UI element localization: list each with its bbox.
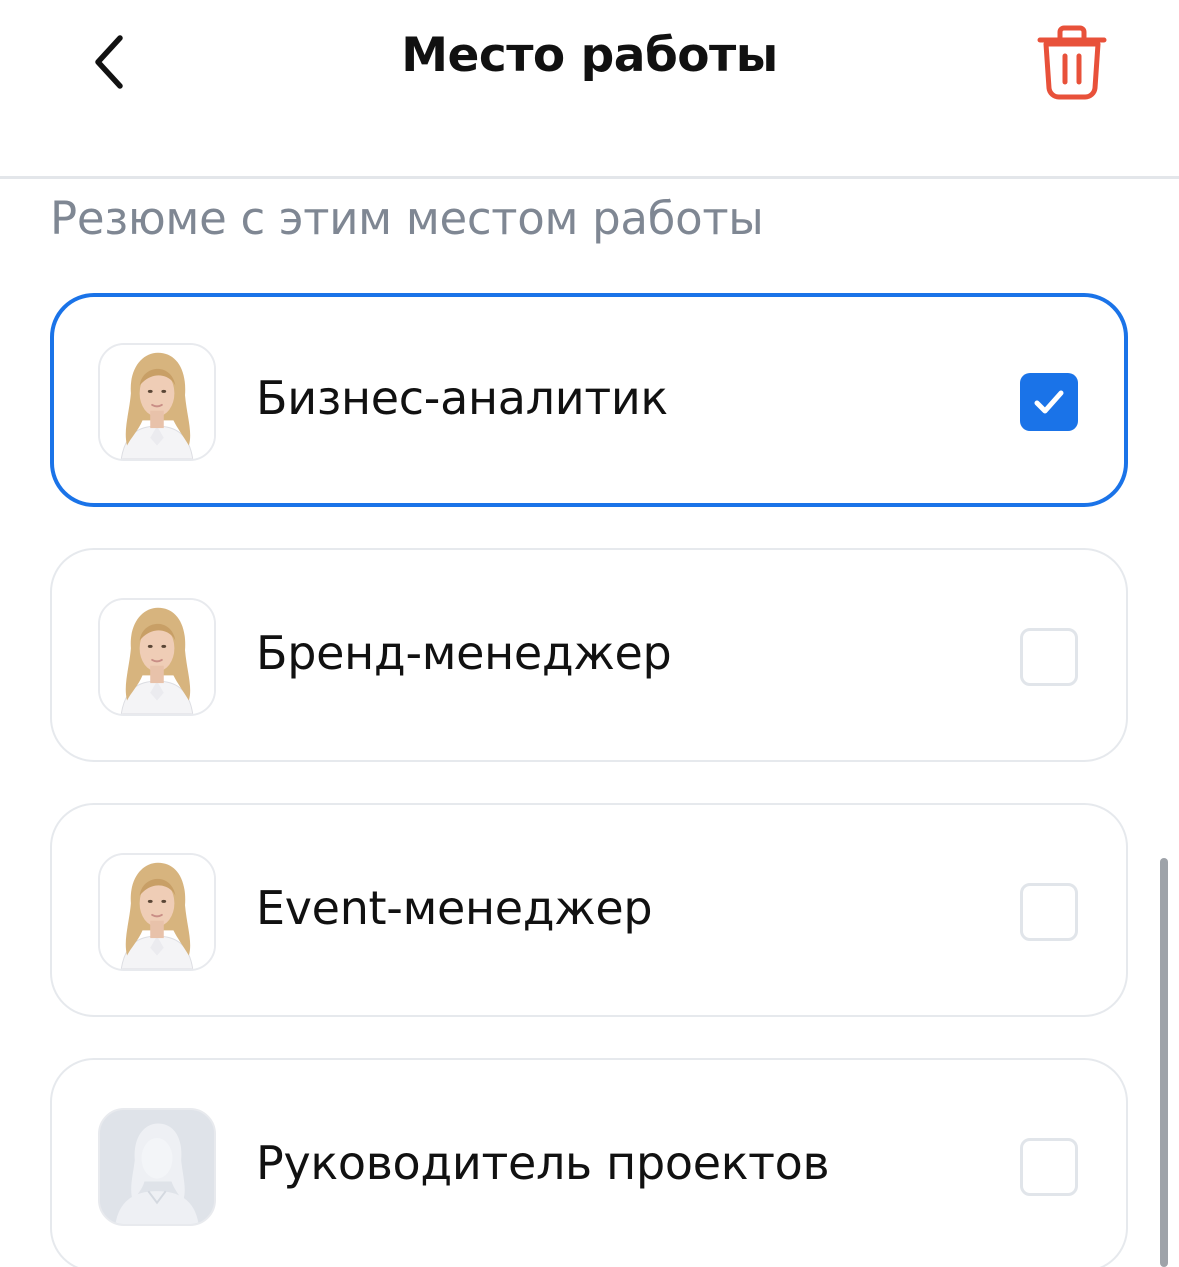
avatar-placeholder (98, 1108, 216, 1226)
avatar-photo (100, 600, 214, 714)
checkbox[interactable] (1020, 1138, 1078, 1196)
avatar-photo (100, 855, 214, 969)
header: Место работы (0, 0, 1179, 178)
checkbox[interactable] (1020, 628, 1078, 686)
trash-icon (1037, 25, 1107, 100)
resume-card[interactable]: Бизнес-аналитик (50, 293, 1128, 507)
avatar (98, 853, 216, 971)
resume-title: Бренд-менеджер (256, 626, 672, 680)
scrollbar[interactable] (1160, 858, 1168, 1267)
delete-button[interactable] (1030, 18, 1114, 106)
checkbox[interactable] (1020, 883, 1078, 941)
avatar (98, 343, 216, 461)
page-title: Место работы (401, 28, 778, 83)
header-divider (0, 176, 1179, 179)
resume-title: Event-менеджер (256, 881, 653, 935)
user-silhouette-icon (100, 1110, 214, 1224)
resume-card[interactable]: Event-менеджер (50, 803, 1128, 1017)
resume-card[interactable]: Бренд-менеджер (50, 548, 1128, 762)
resume-title: Руководитель проектов (256, 1136, 830, 1190)
checkmark-icon (1034, 390, 1064, 414)
checkbox-checked[interactable] (1020, 373, 1078, 431)
avatar-photo (100, 345, 214, 459)
avatar (98, 598, 216, 716)
section-label: Резюме с этим местом работы (50, 192, 764, 245)
resume-card[interactable]: Руководитель проектов (50, 1058, 1128, 1267)
resume-title: Бизнес-аналитик (256, 371, 668, 425)
page: Место работы Резюме с этим местом работы (0, 0, 1179, 1267)
